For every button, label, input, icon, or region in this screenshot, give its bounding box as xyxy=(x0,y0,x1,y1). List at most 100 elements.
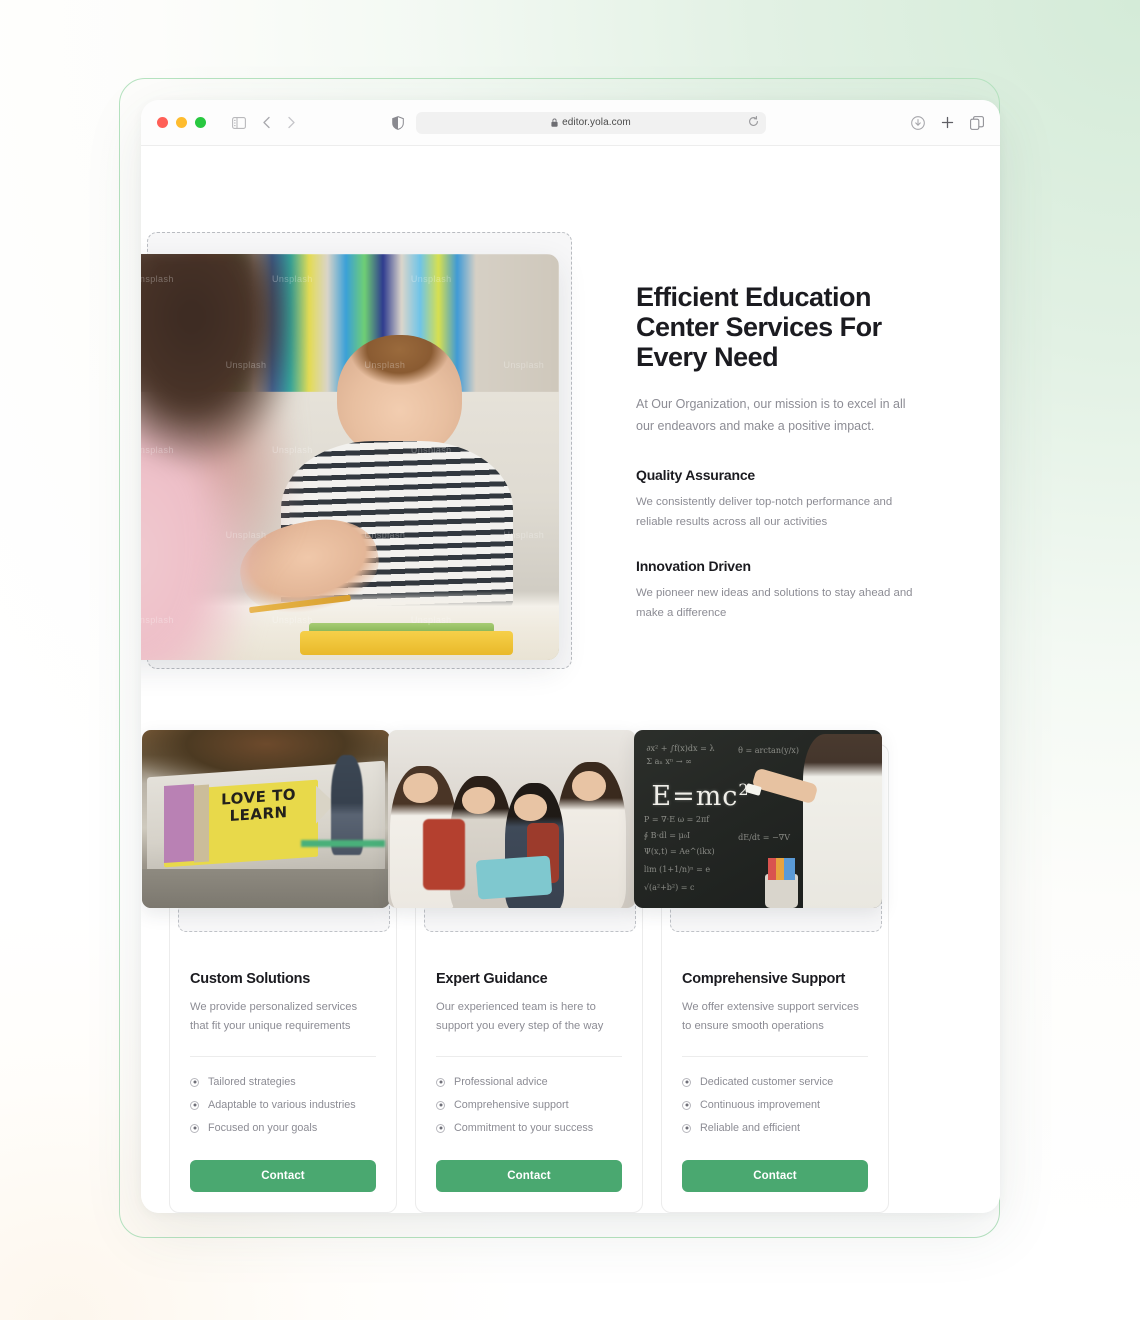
service-card-comprehensive-support[interactable]: ∂x² + ∫f(x)dx = λ Σ aₙ xⁿ → ∞ P = ∇·E ω … xyxy=(634,730,889,1213)
photo-ground xyxy=(142,868,390,908)
card-image[interactable] xyxy=(388,730,636,908)
service-card-expert-guidance[interactable]: Expert Guidance Our experienced team is … xyxy=(388,730,643,1213)
chalkboard-emc2-photo: ∂x² + ∫f(x)dx = λ Σ aₙ xⁿ → ∞ P = ∇·E ω … xyxy=(634,730,882,908)
download-icon[interactable] xyxy=(911,115,925,130)
photo-pencil-band xyxy=(194,784,209,863)
browser-window: editor.yola.com nsplash Unsplash Unsplas… xyxy=(141,100,1000,1213)
bullet-label: Focused on your goals xyxy=(208,1122,318,1135)
bullet-dot-icon xyxy=(682,1077,691,1087)
list-item: Adaptable to various industries xyxy=(190,1094,376,1117)
list-item: Continuous improvement xyxy=(682,1094,868,1117)
card-description: Our experienced team is here to support … xyxy=(436,1001,604,1032)
love-to-learn-sign-photo: LOVE TO LEARN xyxy=(142,730,390,908)
close-button[interactable] xyxy=(157,117,168,128)
photo-face-1 xyxy=(402,772,438,803)
browser-toolbar: editor.yola.com xyxy=(141,100,1000,146)
back-chevron-icon[interactable] xyxy=(262,116,271,129)
photo-pencils xyxy=(767,858,796,880)
tab-overview-icon[interactable] xyxy=(970,115,984,130)
hero-feature-innovation-driven: Innovation Driven We pioneer new ideas a… xyxy=(636,558,926,623)
card-body: Custom Solutions We provide personalized… xyxy=(170,935,396,1212)
maximize-button[interactable] xyxy=(195,117,206,128)
card-title: Comprehensive Support xyxy=(682,971,846,987)
list-item: Dedicated customer service xyxy=(682,1071,868,1094)
card-divider xyxy=(436,1055,622,1057)
card-bullet-list: Tailored strategies Adaptable to various… xyxy=(190,1071,376,1140)
card-bullet-list: Professional advice Comprehensive suppor… xyxy=(436,1071,622,1140)
hero-subtitle: At Our Organization, our mission is to e… xyxy=(636,396,906,433)
bullet-label: Continuous improvement xyxy=(700,1099,821,1112)
card-title: Custom Solutions xyxy=(190,971,311,987)
feature-text: We consistently deliver top-notch perfor… xyxy=(636,496,893,528)
list-item: Comprehensive support xyxy=(436,1094,622,1117)
bullet-dot-icon xyxy=(682,1123,691,1133)
card-description: We offer extensive support services to e… xyxy=(682,1001,859,1032)
hero-feature-quality-assurance: Quality Assurance We consistently delive… xyxy=(636,467,926,532)
card-description: We provide personalized services that fi… xyxy=(190,1001,358,1032)
photo-face-2 xyxy=(462,786,495,814)
bullet-label: Comprehensive support xyxy=(454,1099,569,1112)
hero-title: Efficient Education Center Services For … xyxy=(636,282,882,373)
forward-chevron-icon[interactable] xyxy=(287,116,296,129)
bullet-dot-icon xyxy=(190,1123,199,1133)
bullet-label: Adaptable to various industries xyxy=(208,1099,356,1112)
feature-text: We pioneer new ideas and solutions to st… xyxy=(636,587,913,620)
photo-equation: E=mc2 xyxy=(651,779,750,812)
list-item: Professional advice xyxy=(436,1071,622,1094)
bullet-dot-icon xyxy=(190,1077,199,1087)
photo-sign-text: LOVE TO LEARN xyxy=(221,785,297,826)
photo-teacher xyxy=(802,733,882,908)
bullet-label: Professional advice xyxy=(454,1076,548,1089)
bullet-dot-icon xyxy=(190,1100,199,1110)
hero-photo-yellow-book xyxy=(299,630,513,656)
contact-button[interactable]: Contact xyxy=(190,1159,376,1192)
list-item: Commitment to your success xyxy=(436,1117,622,1140)
privacy-shield-icon[interactable] xyxy=(392,115,404,130)
card-image[interactable]: ∂x² + ∫f(x)dx = λ Σ aₙ xⁿ → ∞ P = ∇·E ω … xyxy=(634,730,882,908)
address-bar[interactable]: editor.yola.com xyxy=(416,111,766,134)
url-text: editor.yola.com xyxy=(562,117,631,128)
hero-copy: Efficient Education Center Services For … xyxy=(636,282,926,624)
card-image[interactable]: LOVE TO LEARN xyxy=(142,730,390,908)
minimize-button[interactable] xyxy=(176,117,187,128)
feature-title: Innovation Driven xyxy=(636,558,751,575)
card-divider xyxy=(190,1055,376,1057)
card-title: Expert Guidance xyxy=(436,971,548,987)
bullet-label: Reliable and efficient xyxy=(700,1122,801,1135)
window-controls[interactable] xyxy=(157,117,206,128)
feature-title: Quality Assurance xyxy=(636,467,756,484)
reload-icon[interactable] xyxy=(748,114,759,132)
bullet-dot-icon xyxy=(436,1077,445,1087)
service-card-custom-solutions[interactable]: LOVE TO LEARN Custom Solutions We provid… xyxy=(142,730,397,1213)
bullet-label: Tailored strategies xyxy=(208,1076,296,1089)
contact-button[interactable]: Contact xyxy=(436,1159,622,1192)
photo-green-strip xyxy=(300,840,386,848)
photo-face-4 xyxy=(571,770,607,802)
bullet-dot-icon xyxy=(436,1123,445,1133)
card-body: Comprehensive Support We offer extensive… xyxy=(662,935,888,1212)
bullet-label: Dedicated customer service xyxy=(700,1076,834,1089)
list-item: Focused on your goals xyxy=(190,1117,376,1140)
list-item: Reliable and efficient xyxy=(682,1117,868,1140)
lock-icon xyxy=(551,118,558,127)
photo-tablet xyxy=(475,855,553,900)
students-with-tablet-photo xyxy=(388,730,636,908)
plus-icon[interactable] xyxy=(941,116,954,129)
list-item: Tailored strategies xyxy=(190,1071,376,1094)
photo-backpack-1 xyxy=(422,819,465,891)
site-viewport: Unsplash Unsplash Unsplash Unsplash Unsp… xyxy=(141,146,1000,1213)
bullet-dot-icon xyxy=(682,1100,691,1110)
photo-face-3 xyxy=(514,794,547,821)
bullet-label: Commitment to your success xyxy=(454,1122,594,1135)
card-bullet-list: Dedicated customer service Continuous im… xyxy=(682,1071,868,1140)
hero-image[interactable]: Unsplash Unsplash Unsplash Unsplash Unsp… xyxy=(141,254,559,660)
hero-photo-foreground-girl xyxy=(141,254,291,660)
services-card-grid: LOVE TO LEARN Custom Solutions We provid… xyxy=(142,730,969,1213)
sidebar-toggle-icon[interactable] xyxy=(232,116,246,129)
photo-pencil-eraser xyxy=(164,784,195,863)
contact-button[interactable]: Contact xyxy=(682,1159,868,1192)
hero-photo-boy-head xyxy=(336,335,462,457)
bullet-dot-icon xyxy=(436,1100,445,1110)
card-body: Expert Guidance Our experienced team is … xyxy=(416,935,642,1212)
card-divider xyxy=(682,1055,868,1057)
